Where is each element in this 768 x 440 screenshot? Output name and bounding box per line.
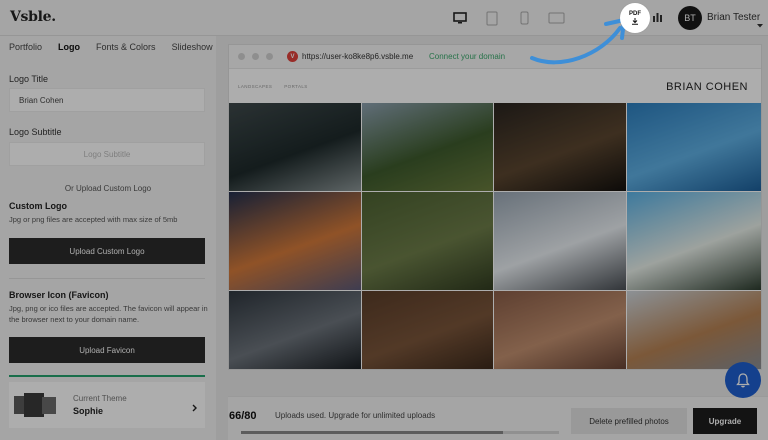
- photo-skyscrapers[interactable]: [627, 291, 761, 369]
- download-icon: [632, 18, 638, 25]
- delete-prefilled-button[interactable]: Delete prefilled photos: [571, 408, 687, 434]
- uploads-progress-fill: [241, 431, 504, 434]
- phone-icon[interactable]: [508, 9, 540, 27]
- browser-bar: V https://user-ko8ke8p6.vsble.me Connect…: [229, 45, 761, 69]
- photo-palm-beach[interactable]: [627, 192, 761, 290]
- uploads-count: 66/80: [229, 410, 257, 422]
- or-upload-text: Or Upload Custom Logo: [64, 184, 152, 193]
- photo-coastal-cliffs[interactable]: [229, 103, 361, 191]
- window-dot: [238, 53, 245, 60]
- theme-caption: Current Theme: [73, 394, 127, 403]
- tab-logo[interactable]: Logo: [58, 42, 80, 52]
- custom-logo-label: Custom Logo: [9, 201, 67, 211]
- photo-desert-hills[interactable]: [494, 291, 626, 369]
- theme-thumbnail: [14, 393, 56, 417]
- user-name[interactable]: Brian Tester: [707, 12, 760, 23]
- logo-title-label: Logo Title: [9, 74, 49, 84]
- connect-domain-link[interactable]: Connect your domain: [429, 52, 505, 61]
- logo-subtitle-label: Logo Subtitle: [9, 127, 62, 137]
- wide-screen-icon[interactable]: [540, 9, 572, 27]
- current-theme-card[interactable]: Current Theme Sophie: [9, 382, 205, 428]
- tab-slideshow[interactable]: Slideshow: [172, 42, 213, 52]
- site-header: LANDSCAPES PORTALS BRIAN COHEN: [229, 69, 761, 103]
- site-preview: V https://user-ko8ke8p6.vsble.me Connect…: [228, 44, 762, 370]
- logo-title-input[interactable]: Brian Cohen: [9, 88, 205, 112]
- settings-tabs: Portfolio Logo Fonts & Colors Slideshow: [9, 42, 213, 52]
- favicon-icon: V: [287, 51, 298, 62]
- upload-custom-logo-button[interactable]: Upload Custom Logo: [9, 238, 205, 264]
- divider: [9, 278, 205, 279]
- device-switcher: [444, 9, 572, 27]
- window-dot: [252, 53, 259, 60]
- notification-bell-button[interactable]: [725, 362, 761, 398]
- site-nav: LANDSCAPES PORTALS: [238, 84, 308, 89]
- custom-logo-hint: Jpg or png files are accepted with max s…: [9, 215, 178, 224]
- upgrade-button[interactable]: Upgrade: [693, 408, 757, 434]
- photo-highway-sunset[interactable]: [229, 192, 361, 290]
- site-nav-item[interactable]: LANDSCAPES: [238, 84, 272, 89]
- upload-favicon-button[interactable]: Upload Favicon: [9, 337, 205, 363]
- theme-accent-bar: [9, 375, 205, 377]
- chevron-right-icon[interactable]: [192, 399, 197, 417]
- tablet-icon[interactable]: [476, 9, 508, 27]
- site-name: BRIAN COHEN: [666, 81, 748, 93]
- bell-icon: [736, 372, 750, 387]
- photo-grassy-pond[interactable]: [362, 192, 493, 290]
- photo-plowed-field[interactable]: [362, 291, 493, 369]
- theme-name: Sophie: [73, 406, 104, 416]
- photo-city-aerial-night[interactable]: [494, 103, 626, 191]
- app-logo[interactable]: Vsble.: [10, 9, 56, 25]
- desktop-icon[interactable]: [444, 9, 476, 27]
- photo-grid: [229, 103, 761, 369]
- settings-panel: Portfolio Logo Fonts & Colors Slideshow …: [0, 36, 216, 440]
- window-dot: [266, 53, 273, 60]
- favicon-hint: Jpg, png or ico files are accepted. The …: [9, 304, 208, 324]
- stats-icon[interactable]: [652, 10, 664, 28]
- site-url[interactable]: https://user-ko8ke8p6.vsble.me: [302, 52, 413, 61]
- tab-fonts-colors[interactable]: Fonts & Colors: [96, 42, 156, 52]
- uploads-progress: [241, 431, 559, 434]
- photo-snowy-mountain[interactable]: [494, 192, 626, 290]
- tab-portfolio[interactable]: Portfolio: [9, 42, 42, 52]
- pdf-export-button-highlight[interactable]: PDF: [620, 3, 650, 33]
- chevron-down-icon[interactable]: [757, 15, 763, 33]
- photo-steel-bridge[interactable]: [229, 291, 361, 369]
- site-nav-item[interactable]: PORTALS: [284, 84, 307, 89]
- avatar[interactable]: BT: [678, 6, 702, 30]
- top-bar: Vsble. PDF BT Brian Tester: [0, 0, 768, 36]
- logo-subtitle-input[interactable]: Logo Subtitle: [9, 142, 205, 166]
- pdf-label: PDF: [629, 11, 641, 17]
- favicon-label: Browser Icon (Favicon): [9, 290, 109, 300]
- bottom-bar: 66/80 Uploads used. Upgrade for unlimite…: [228, 396, 768, 440]
- uploads-text: Uploads used. Upgrade for unlimited uplo…: [275, 411, 436, 420]
- photo-wetland-ponds[interactable]: [362, 103, 493, 191]
- photo-blue-pool-water[interactable]: [627, 103, 761, 191]
